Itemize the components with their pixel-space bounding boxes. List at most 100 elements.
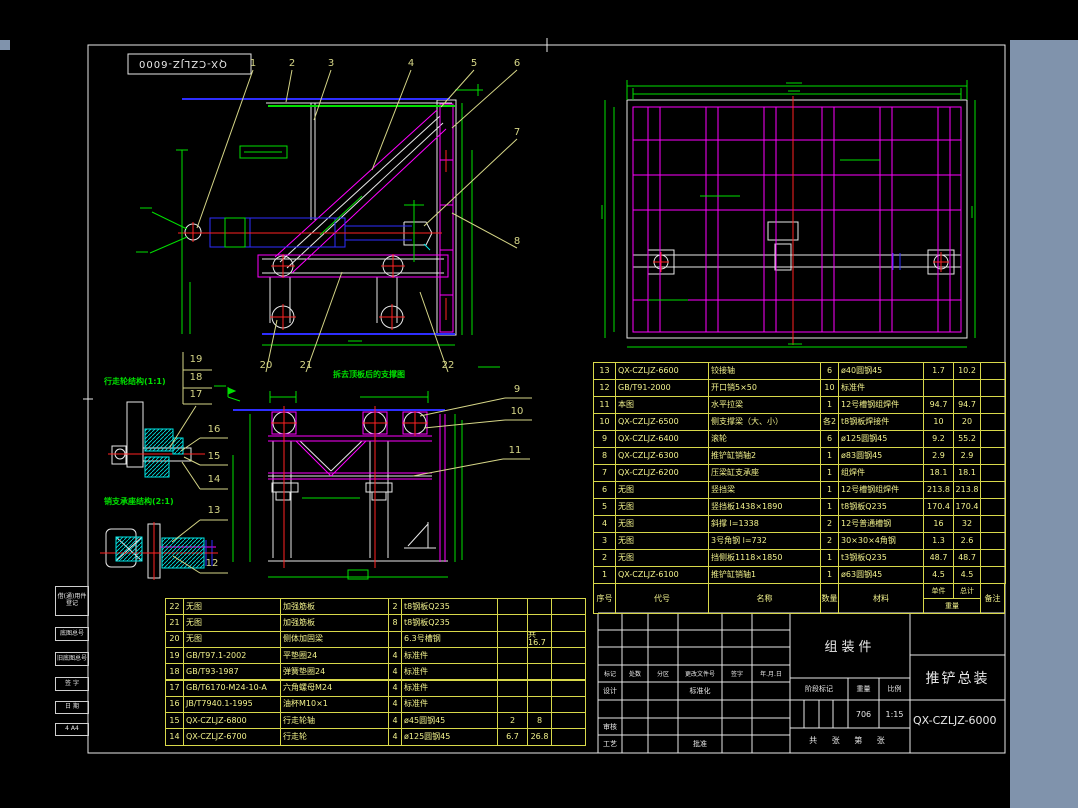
table-cell: 铰接轴 (708, 362, 821, 380)
table-cell: 170.4 (953, 498, 981, 516)
table-cell (980, 481, 1006, 499)
balloon-15: 15 (207, 451, 221, 462)
table-cell: 17 (165, 679, 184, 697)
table-cell: 斜撑 l=1338 (708, 515, 821, 533)
table-cell: 无图 (183, 614, 281, 632)
margin-box: 日 期 (55, 701, 89, 714)
balloon-20: 20 (259, 360, 273, 371)
sig-zone-label: 分区 (656, 671, 669, 678)
scale-label: 比例 (887, 685, 902, 693)
table-cell: 170.4 (923, 498, 954, 516)
table-cell: 无图 (183, 598, 281, 616)
table-cell: 1 (593, 566, 616, 584)
table-cell (980, 532, 1006, 550)
table-cell: ø125圆钢45 (401, 728, 498, 746)
table-cell (980, 362, 1006, 380)
table-cell: 侧体加固梁 (280, 630, 389, 648)
table-cell: 推铲缸销轴1 (708, 566, 821, 584)
table-cell: 14 (165, 728, 184, 746)
right-table-header-code: 代号 (615, 583, 709, 614)
table-cell (551, 630, 586, 648)
table-cell (980, 413, 1006, 431)
filing-code-text: QX-CZLJZ-6000 (138, 58, 227, 69)
table-cell: 12 (593, 379, 616, 397)
balloon-14: 14 (207, 474, 221, 485)
balloon-5: 5 (470, 58, 478, 69)
balloon-12: 12 (205, 558, 219, 569)
table-cell: t8钢板Q235 (838, 498, 924, 516)
table-cell: 18 (165, 663, 184, 681)
sig-doc-label: 更改文件号 (684, 671, 715, 678)
table-cell: QX-CZLJZ-6700 (183, 728, 281, 746)
table-cell: 2 (820, 532, 839, 550)
table-cell (527, 663, 552, 681)
table-cell (527, 614, 552, 632)
table-cell: GB/T91-2000 (615, 379, 709, 397)
table-cell: 3号角钢 l=732 (708, 532, 821, 550)
table-cell: 竖挡梁 (708, 481, 821, 499)
table-cell: 标准件 (838, 379, 924, 397)
table-cell: 10 (923, 413, 954, 431)
table-cell (497, 663, 528, 681)
table-cell: 4 (388, 695, 402, 714)
table-cell: 32 (953, 515, 981, 533)
product-title: 推铲总装 (925, 670, 990, 687)
table-cell: ø40圆钢45 (838, 362, 924, 380)
right-table-header-name: 名称 (708, 583, 821, 614)
sig-count-label: 处数 (628, 671, 641, 678)
table-cell: QX-CZLJZ-6800 (183, 712, 281, 730)
table-cell (497, 679, 528, 697)
table-cell: 无图 (615, 481, 709, 499)
table-cell: 1.3 (923, 532, 954, 550)
table-cell (980, 464, 1006, 482)
table-cell: 无图 (615, 515, 709, 533)
balloon-13: 13 (207, 505, 221, 516)
table-cell: t8钢板Q235 (401, 614, 498, 632)
table-cell: 4.5 (923, 566, 954, 584)
table-cell (980, 379, 1006, 397)
table-cell: 4 (388, 712, 402, 730)
table-cell: 12号槽钢组焊件 (838, 481, 924, 499)
table-cell: 无图 (615, 498, 709, 516)
table-cell: 1 (820, 396, 839, 414)
sig-mark-label: 标记 (603, 671, 616, 678)
drawing-number: QX-CZLJZ-6000 (913, 713, 997, 727)
table-cell: 11 (593, 396, 616, 414)
table-cell: 平垫圈24 (280, 646, 389, 665)
table-cell: 1.7 (923, 362, 954, 380)
table-cell: 4.5 (953, 566, 981, 584)
table-cell: ø125圆钢45 (838, 430, 924, 448)
table-cell: JB/T7940.1-1995 (183, 695, 281, 714)
table-cell: 48.7 (953, 549, 981, 567)
table-cell: 48.7 (923, 549, 954, 567)
table-cell: 开口销5×50 (708, 379, 821, 397)
table-cell: 4 (593, 515, 616, 533)
table-cell: 213.8 (923, 481, 954, 499)
table-cell: 20 (953, 413, 981, 431)
table-cell: ø83圆钢45 (838, 447, 924, 465)
table-cell: 2 (593, 549, 616, 567)
table-cell: 55.2 (953, 430, 981, 448)
table-cell: 4 (388, 663, 402, 681)
table-cell: t8钢板焊接件 (838, 413, 924, 431)
table-cell: 推铲缸销轴2 (708, 447, 821, 465)
sig-standard-label: 标准化 (689, 687, 711, 695)
assembly-label: 组装件 (824, 640, 876, 655)
table-cell: GB/T97.1-2002 (183, 646, 281, 665)
table-cell: 1 (820, 498, 839, 516)
table-cell: 共16.7 (527, 630, 552, 648)
table-cell (551, 695, 586, 714)
table-cell (980, 447, 1006, 465)
table-cell (527, 695, 552, 714)
table-cell: 3 (593, 532, 616, 550)
cad-sheet: QX-CZLJZ-6000 行走轮结构(1:1) 销支承座结构(2:1) 拆去顶… (0, 0, 1078, 808)
table-cell: QX-CZLJZ-6300 (615, 447, 709, 465)
table-cell: 6.3号槽钢 (401, 630, 498, 648)
table-cell: 4 (388, 728, 402, 746)
table-cell: 213.8 (953, 481, 981, 499)
table-cell (551, 728, 586, 746)
table-cell: 12号普通槽钢 (838, 515, 924, 533)
balloon-2: 2 (288, 58, 296, 69)
table-cell: 标准件 (401, 695, 498, 714)
table-cell: 2 (820, 515, 839, 533)
